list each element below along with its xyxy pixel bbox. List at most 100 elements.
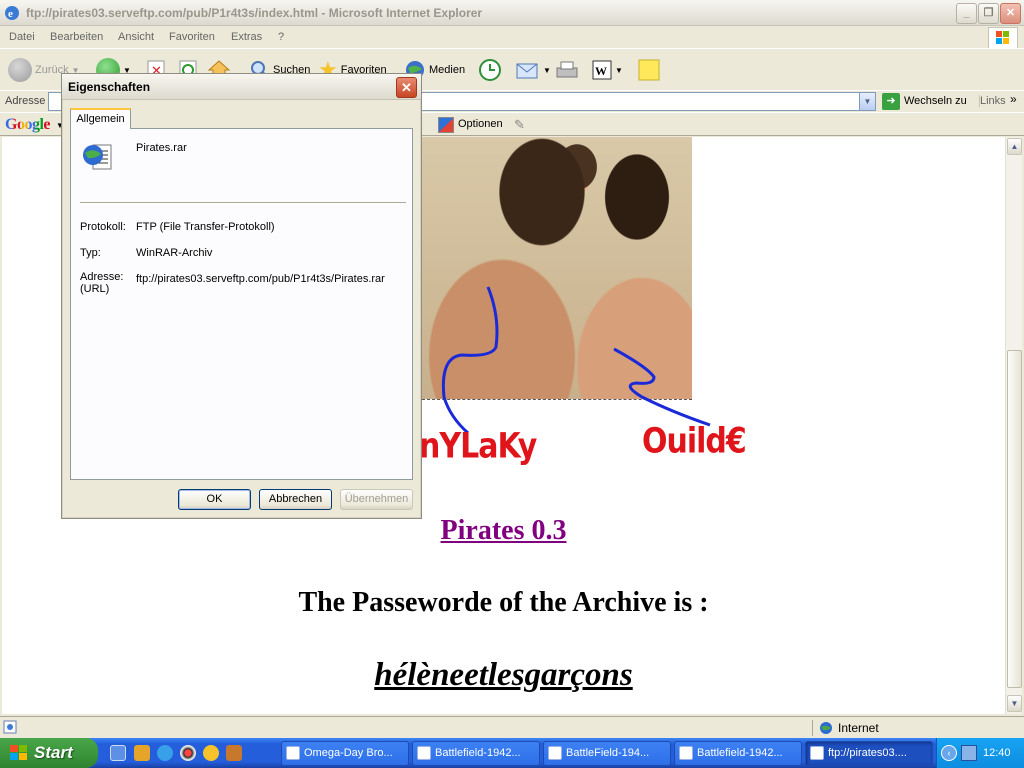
start-label: Start bbox=[34, 743, 73, 762]
type-label: Typ: bbox=[80, 247, 101, 259]
mail-button[interactable]: ▼ bbox=[516, 57, 551, 83]
network-icon[interactable] bbox=[961, 745, 977, 761]
task-label: ftp://pirates03.... bbox=[828, 747, 907, 759]
tray-expand-icon[interactable]: ‹ bbox=[941, 745, 957, 761]
protocol-value: FTP (File Transfer-Protokoll) bbox=[136, 221, 275, 233]
label-left: nYLaKy bbox=[419, 426, 537, 467]
password-heading: The Passeworde of the Archive is : bbox=[298, 587, 709, 618]
menu-datei[interactable]: Datei bbox=[9, 31, 35, 43]
go-button[interactable]: Wechseln zu bbox=[904, 95, 967, 107]
address-url-label: Adresse: (URL) bbox=[80, 271, 124, 295]
task-label: Omega-Day Bro... bbox=[304, 747, 393, 759]
tab-allgemein[interactable]: Allgemein bbox=[70, 108, 131, 129]
taskbar-item-ftp[interactable]: ftp://pirates03.... bbox=[805, 741, 933, 766]
system-tray: ‹ 12:40 bbox=[936, 738, 1024, 768]
globe-icon bbox=[820, 722, 832, 734]
options-button[interactable]: Optionen bbox=[458, 118, 503, 130]
chevron-down-icon: ▼ bbox=[543, 65, 551, 75]
task-label: Battlefield-1942... bbox=[435, 747, 521, 759]
quicklaunch-browser-icon[interactable] bbox=[157, 745, 173, 761]
scroll-up-arrow-icon[interactable]: ▲ bbox=[1007, 138, 1022, 155]
menu-bearbeiten[interactable]: Bearbeiten bbox=[50, 31, 103, 43]
window-icon bbox=[286, 746, 300, 760]
menu-favoriten[interactable]: Favoriten bbox=[169, 31, 215, 43]
label-right: Ouild€ bbox=[642, 421, 747, 462]
quicklaunch-media-icon[interactable] bbox=[180, 745, 196, 761]
mail-icon bbox=[516, 63, 538, 79]
svg-text:e: e bbox=[8, 8, 13, 20]
cancel-button[interactable]: Abbrechen bbox=[259, 489, 332, 510]
history-button[interactable] bbox=[478, 57, 502, 83]
status-bar: Internet bbox=[0, 716, 1024, 738]
sticky-note-icon bbox=[638, 59, 660, 81]
zone-label: Internet bbox=[838, 721, 879, 735]
start-button[interactable]: Start bbox=[0, 738, 98, 768]
separator bbox=[80, 202, 406, 204]
pirates-link[interactable]: Pirates 0.3 bbox=[2, 515, 1005, 547]
chevron-down-icon[interactable]: ▼ bbox=[859, 93, 875, 110]
file-name: Pirates.rar bbox=[136, 142, 187, 154]
media-label: Medien bbox=[429, 64, 466, 76]
windows-logo-icon bbox=[988, 27, 1018, 49]
history-icon bbox=[479, 59, 501, 81]
go-arrow-icon[interactable]: ➜ bbox=[882, 93, 900, 110]
svg-text:W: W bbox=[595, 64, 607, 78]
options-icon bbox=[438, 117, 454, 133]
google-logo[interactable]: Google bbox=[5, 116, 51, 134]
print-button[interactable] bbox=[555, 57, 579, 83]
dialog-close-button[interactable]: ✕ bbox=[396, 77, 417, 98]
scroll-down-arrow-icon[interactable]: ▼ bbox=[1007, 695, 1022, 712]
notes-button[interactable] bbox=[638, 57, 660, 83]
vertical-scrollbar[interactable]: ▲ ▼ bbox=[1005, 137, 1022, 714]
scrollbar-thumb[interactable] bbox=[1007, 350, 1022, 688]
general-tab-panel: Pirates.rar Protokoll: FTP (File Transfe… bbox=[70, 128, 413, 480]
ok-button[interactable]: OK bbox=[178, 489, 251, 510]
menu-help[interactable]: ? bbox=[278, 31, 284, 43]
task-label: BattleField-194... bbox=[566, 747, 650, 759]
word-icon: W bbox=[592, 60, 612, 80]
windows-flag-icon bbox=[10, 745, 27, 760]
window-title: ftp://pirates03.serveftp.com/pub/P1r4t3s… bbox=[26, 6, 483, 20]
file-globe-icon bbox=[83, 144, 112, 170]
taskbar: Start Omega-Day Bro... Battlefield-1942.… bbox=[0, 738, 1024, 768]
chevron-right-icon[interactable]: » bbox=[1010, 92, 1017, 106]
type-value: WinRAR-Archiv bbox=[136, 247, 213, 259]
close-window-button[interactable]: ✕ bbox=[1000, 3, 1021, 24]
pencil-icon[interactable]: ✎ bbox=[514, 117, 525, 133]
clock[interactable]: 12:40 bbox=[983, 747, 1011, 759]
address-url-value: ftp://pirates03.serveftp.com/pub/P1r4t3s… bbox=[136, 273, 385, 285]
taskbar-item-battlefield-3[interactable]: Battlefield-1942... bbox=[674, 741, 802, 766]
back-arrow-icon bbox=[8, 58, 32, 82]
google-logo-text: Google bbox=[5, 116, 51, 133]
quicklaunch-player-icon[interactable] bbox=[203, 745, 219, 761]
dialog-title: Eigenschaften bbox=[68, 80, 151, 94]
window-icon bbox=[548, 746, 562, 760]
window-titlebar: e ftp://pirates03.serveftp.com/pub/P1r4t… bbox=[0, 0, 1024, 26]
quicklaunch-ie-icon[interactable] bbox=[110, 745, 126, 761]
menu-extras[interactable]: Extras bbox=[231, 31, 262, 43]
minimize-button[interactable]: _ bbox=[956, 3, 977, 24]
window-icon bbox=[810, 746, 824, 760]
links-button[interactable]: Links bbox=[979, 95, 1006, 107]
task-label: Battlefield-1942... bbox=[697, 747, 783, 759]
quicklaunch-tool-icon[interactable] bbox=[226, 745, 242, 761]
menu-bar: Datei Bearbeiten Ansicht Favoriten Extra… bbox=[0, 27, 1024, 47]
word-edit-button[interactable]: W ▼ bbox=[592, 57, 623, 83]
taskbar-item-battlefield-2[interactable]: BattleField-194... bbox=[543, 741, 671, 766]
taskbar-item-battlefield-1[interactable]: Battlefield-1942... bbox=[412, 741, 540, 766]
window-icon bbox=[417, 746, 431, 760]
window-icon bbox=[679, 746, 693, 760]
properties-dialog: Eigenschaften ✕ Allgemein Pirates.rar Pr… bbox=[61, 73, 422, 519]
internet-explorer-icon: e bbox=[5, 6, 19, 20]
restore-button[interactable]: ❐ bbox=[978, 3, 999, 24]
quicklaunch-app-icon[interactable] bbox=[134, 745, 150, 761]
apply-button[interactable]: Übernehmen bbox=[340, 489, 413, 510]
pirates-link-text[interactable]: Pirates 0.3 bbox=[441, 515, 567, 546]
chevron-down-icon: ▼ bbox=[615, 65, 623, 75]
password-value: hélèneetlesgarçons bbox=[2, 657, 1005, 694]
menu-ansicht[interactable]: Ansicht bbox=[118, 31, 154, 43]
dialog-titlebar: Eigenschaften ✕ bbox=[62, 74, 421, 100]
printer-icon bbox=[556, 61, 578, 78]
protocol-label: Protokoll: bbox=[80, 221, 126, 233]
taskbar-item-omega-day[interactable]: Omega-Day Bro... bbox=[281, 741, 409, 766]
